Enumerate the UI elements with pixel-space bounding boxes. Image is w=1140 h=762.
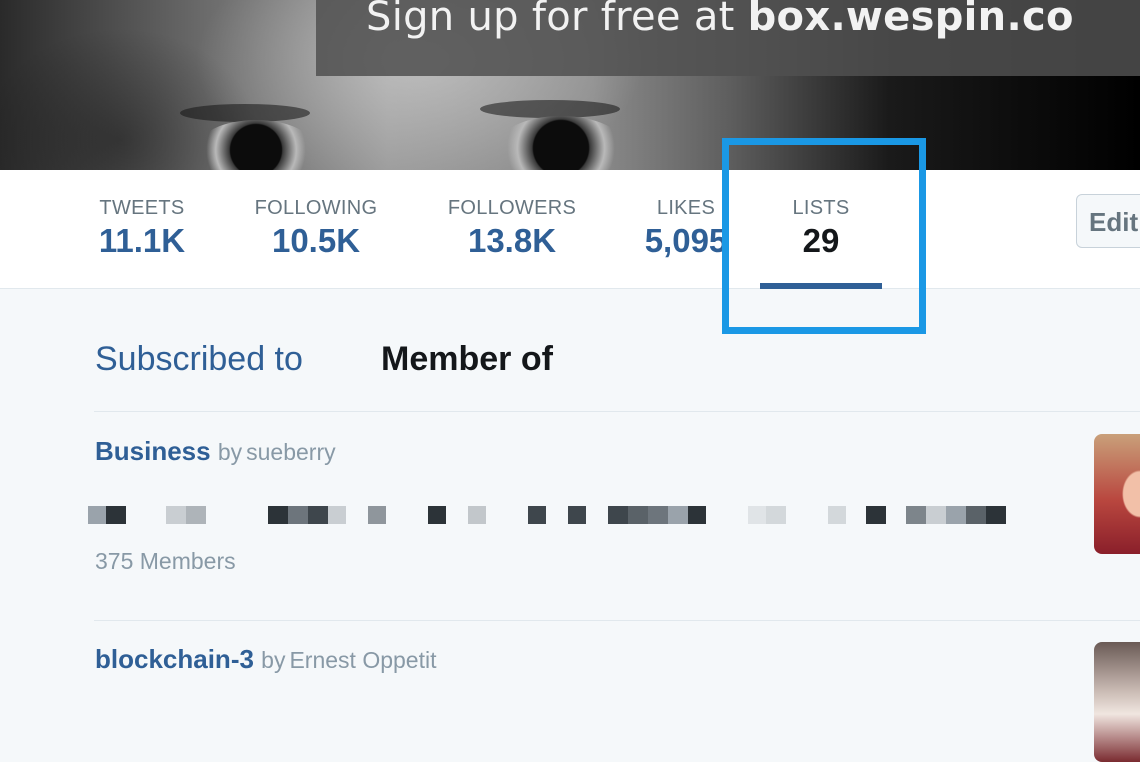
redaction-block xyxy=(186,506,206,524)
stat-followers[interactable]: FOLLOWERS 13.8K xyxy=(442,197,582,260)
banner-left-brow xyxy=(180,104,310,122)
redaction-block xyxy=(288,506,308,524)
redaction-block xyxy=(106,506,126,524)
stat-following[interactable]: FOLLOWING 10.5K xyxy=(248,197,384,260)
list-item[interactable]: blockchain-3 by Ernest Oppetit xyxy=(95,644,437,675)
redaction-block xyxy=(906,506,926,524)
list-by-word: by xyxy=(217,439,243,465)
list-owner: by Ernest Oppetit xyxy=(261,647,436,673)
stat-tweets-label: TWEETS xyxy=(99,197,185,219)
redaction-block xyxy=(688,506,706,524)
redaction-block xyxy=(766,506,786,524)
list-owner-name[interactable]: sueberry xyxy=(246,439,335,465)
tabs-divider xyxy=(94,411,1140,412)
stat-tweets[interactable]: TWEETS 11.1K xyxy=(96,197,188,260)
profile-header-banner: Sign up for free at box.wespin.co xyxy=(0,0,1140,170)
redaction-block xyxy=(828,506,846,524)
lists-highlight-box xyxy=(722,138,926,334)
redaction-block xyxy=(986,506,1006,524)
redaction-block xyxy=(608,506,628,524)
stat-likes-value: 5,095 xyxy=(644,222,728,259)
redaction-block xyxy=(528,506,546,524)
list-divider xyxy=(94,620,1140,621)
redaction-block xyxy=(268,506,288,524)
redaction-block xyxy=(946,506,966,524)
redaction-block xyxy=(748,506,766,524)
list-member-count: 375 Members xyxy=(95,548,236,574)
list-owner: by sueberry xyxy=(218,439,336,465)
redaction-block xyxy=(428,506,446,524)
redaction-block xyxy=(926,506,946,524)
redaction-block xyxy=(308,506,328,524)
stat-followers-value: 13.8K xyxy=(467,222,557,259)
stat-following-label: FOLLOWING xyxy=(254,197,378,219)
banner-tagline: Sign up for free at box.wespin.co xyxy=(366,0,1074,40)
list-owner-name[interactable]: Ernest Oppetit xyxy=(289,647,436,673)
tab-subscribed-to[interactable]: Subscribed to xyxy=(95,340,303,379)
stat-likes-label: LIKES xyxy=(656,197,716,219)
banner-right-brow xyxy=(480,100,620,118)
redaction-block xyxy=(628,506,648,524)
list-title: Business by sueberry xyxy=(95,436,336,467)
list-name[interactable]: blockchain-3 xyxy=(95,644,254,674)
redaction-block xyxy=(368,506,386,524)
redaction-block xyxy=(328,506,346,524)
stat-followers-label: FOLLOWERS xyxy=(447,197,577,219)
stat-following-value: 10.5K xyxy=(271,222,361,259)
banner-tagline-prefix: Sign up for free at xyxy=(366,0,748,40)
profile-nav-bar: TWEETS 11.1K FOLLOWING 10.5K FOLLOWERS 1… xyxy=(0,170,1140,289)
edit-profile-button[interactable]: Edit xyxy=(1076,194,1140,248)
redaction-block xyxy=(468,506,486,524)
redaction-block xyxy=(648,506,668,524)
redaction-block xyxy=(866,506,886,524)
list-item[interactable]: Business by sueberry xyxy=(95,436,336,467)
redaction-block xyxy=(166,506,186,524)
redaction-block xyxy=(668,506,688,524)
banner-tagline-domain: box.wespin.co xyxy=(747,0,1074,40)
list-title: blockchain-3 by Ernest Oppetit xyxy=(95,644,437,675)
redaction-block xyxy=(568,506,586,524)
redacted-description xyxy=(86,504,1046,530)
stat-likes[interactable]: LIKES 5,095 xyxy=(638,197,734,260)
stat-tweets-value: 11.1K xyxy=(98,222,186,259)
list-owner-avatar[interactable] xyxy=(1094,434,1140,554)
list-owner-avatar[interactable] xyxy=(1094,642,1140,762)
redaction-block xyxy=(966,506,986,524)
redaction-block xyxy=(88,506,106,524)
tab-member-of[interactable]: Member of xyxy=(381,340,553,379)
list-name[interactable]: Business xyxy=(95,436,211,466)
list-by-word: by xyxy=(261,647,286,673)
